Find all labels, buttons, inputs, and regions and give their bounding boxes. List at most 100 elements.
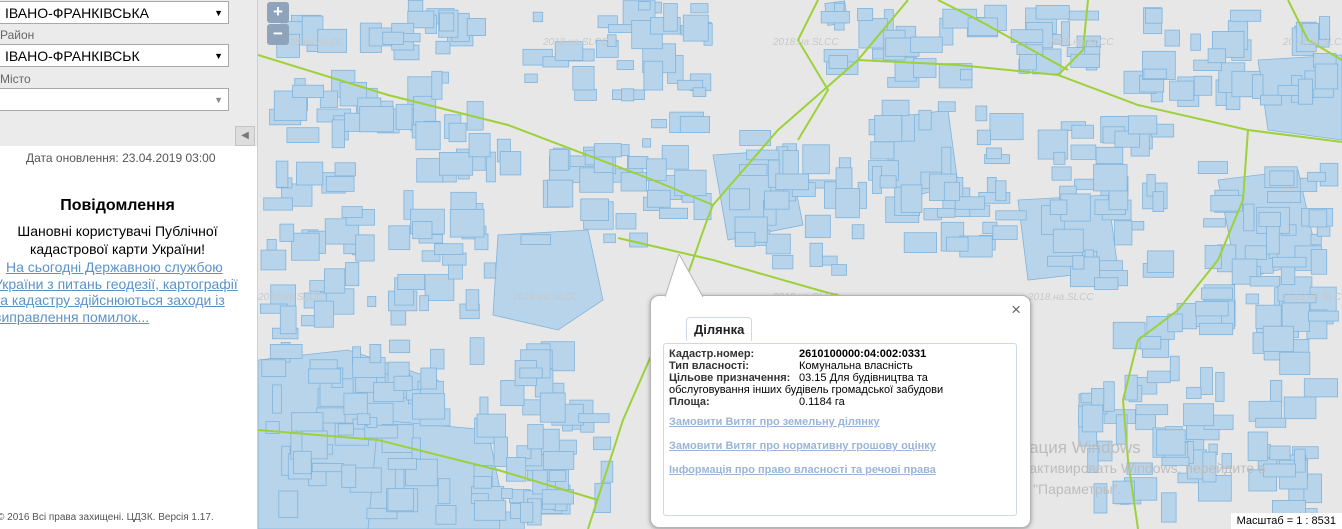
ownership-type: Комунальна власність [799, 360, 913, 372]
order-land-extract-link[interactable]: Замовити Витяг про земельну ділянку [669, 416, 880, 428]
parcel [900, 184, 923, 213]
parcel [416, 158, 444, 183]
ownership-info-link[interactable]: Інформація про право власності та речові… [669, 464, 936, 476]
parcel [1298, 78, 1313, 105]
parcel [466, 17, 486, 37]
dropdown-arrow-icon: ▼ [214, 95, 223, 105]
message-link-line: та кадастру здійснюються заходи із [0, 292, 225, 308]
parcel [646, 158, 667, 181]
parcel [976, 129, 991, 146]
parcel [343, 392, 368, 415]
parcel [479, 396, 489, 418]
parcel [395, 103, 413, 130]
collapse-sidebar-button[interactable]: ◀ [235, 126, 255, 146]
parcel [1051, 166, 1072, 181]
parcel [539, 392, 566, 423]
parcel [578, 413, 610, 423]
parcel [341, 464, 357, 488]
parcel [1164, 29, 1180, 47]
parcel [448, 264, 463, 280]
parcel [411, 393, 446, 420]
parcel [995, 180, 1007, 202]
parcel [642, 138, 652, 148]
parcel [501, 488, 513, 499]
map-watermark-text: 2018.на.SLCC [1282, 292, 1342, 303]
parcel [593, 143, 622, 158]
parcel [407, 0, 424, 12]
parcel [1197, 161, 1228, 175]
parcel [388, 339, 411, 354]
parcel [992, 225, 1018, 240]
parcel [857, 7, 874, 21]
message-link[interactable]: На сьогодні Державною службою України з … [0, 259, 248, 325]
close-icon[interactable]: × [1011, 300, 1021, 320]
parcel [397, 273, 426, 290]
parcel [603, 233, 616, 244]
parcel [881, 99, 910, 117]
parcel [1146, 250, 1175, 273]
tab-parcel[interactable]: Ділянка [686, 317, 753, 341]
parcel [1199, 322, 1234, 336]
parcel [643, 60, 664, 91]
parcel [1145, 7, 1163, 24]
parcel [278, 490, 299, 518]
parcel [435, 505, 457, 525]
parcel [387, 487, 414, 512]
parcel [946, 236, 969, 252]
parcel [420, 367, 437, 390]
parcel [820, 10, 850, 24]
parcel [468, 132, 491, 158]
info-key: Цільове призначення: [669, 372, 791, 384]
parcel [1049, 199, 1068, 216]
message-line: кадастрової карти України! [29, 241, 206, 257]
parcel [356, 413, 371, 425]
parcel [1169, 355, 1180, 382]
parcel [1070, 144, 1097, 160]
parcel [1269, 170, 1295, 186]
parcel [1272, 256, 1307, 268]
parcel [324, 268, 346, 294]
parcel [1183, 403, 1215, 427]
parcel [1195, 300, 1229, 317]
parcel [393, 375, 413, 392]
triangle-left-icon: ◀ [241, 130, 249, 141]
parcel [520, 501, 534, 523]
parcel [593, 436, 612, 451]
city-label: Місто [0, 72, 31, 86]
parcel [1263, 463, 1296, 478]
parcel [286, 127, 320, 143]
area-value: 0.1184 га [799, 396, 845, 408]
cadastral-map[interactable]: 2018.на.SLCC 2018.на.SLCC 2018.на.SLCC 2018… [258, 0, 1342, 529]
parcel [1308, 209, 1328, 228]
map-watermark-text: 2018.на.SLCC [772, 37, 839, 48]
district-select[interactable]: ІВАНО-ФРАНКІВСЬК ▼ [0, 44, 229, 67]
parcel [1245, 293, 1260, 305]
parcel [628, 155, 649, 170]
parcel [918, 109, 932, 131]
parcel [543, 451, 575, 470]
parcel [985, 147, 1002, 160]
parcel [1279, 351, 1311, 375]
message-link-line: виправлення помилок... [0, 308, 150, 325]
parcel [1081, 404, 1104, 433]
parcel [263, 197, 293, 211]
parcel [296, 161, 324, 186]
parcel [527, 424, 544, 450]
parcel [1095, 146, 1124, 165]
parcel [412, 221, 433, 240]
message-title: Повідомлення [60, 197, 175, 214]
city-select[interactable]: ▼ [0, 88, 229, 111]
parcel [369, 343, 382, 364]
parcel [519, 367, 543, 379]
parcel [679, 116, 710, 134]
order-valuation-extract-link[interactable]: Замовити Витяг про нормативну грошову оц… [669, 440, 936, 452]
zoom-out-button[interactable]: − [267, 24, 289, 45]
parcel [658, 207, 688, 219]
parcel [448, 122, 467, 143]
region-select[interactable]: ІВАНО-ФРАНКІВСЬКА ▼ [0, 1, 229, 24]
parcel [894, 56, 917, 82]
zoom-in-button[interactable]: + [267, 2, 289, 23]
parcel [734, 231, 756, 247]
parcel [437, 478, 451, 505]
parcel [1249, 275, 1281, 287]
